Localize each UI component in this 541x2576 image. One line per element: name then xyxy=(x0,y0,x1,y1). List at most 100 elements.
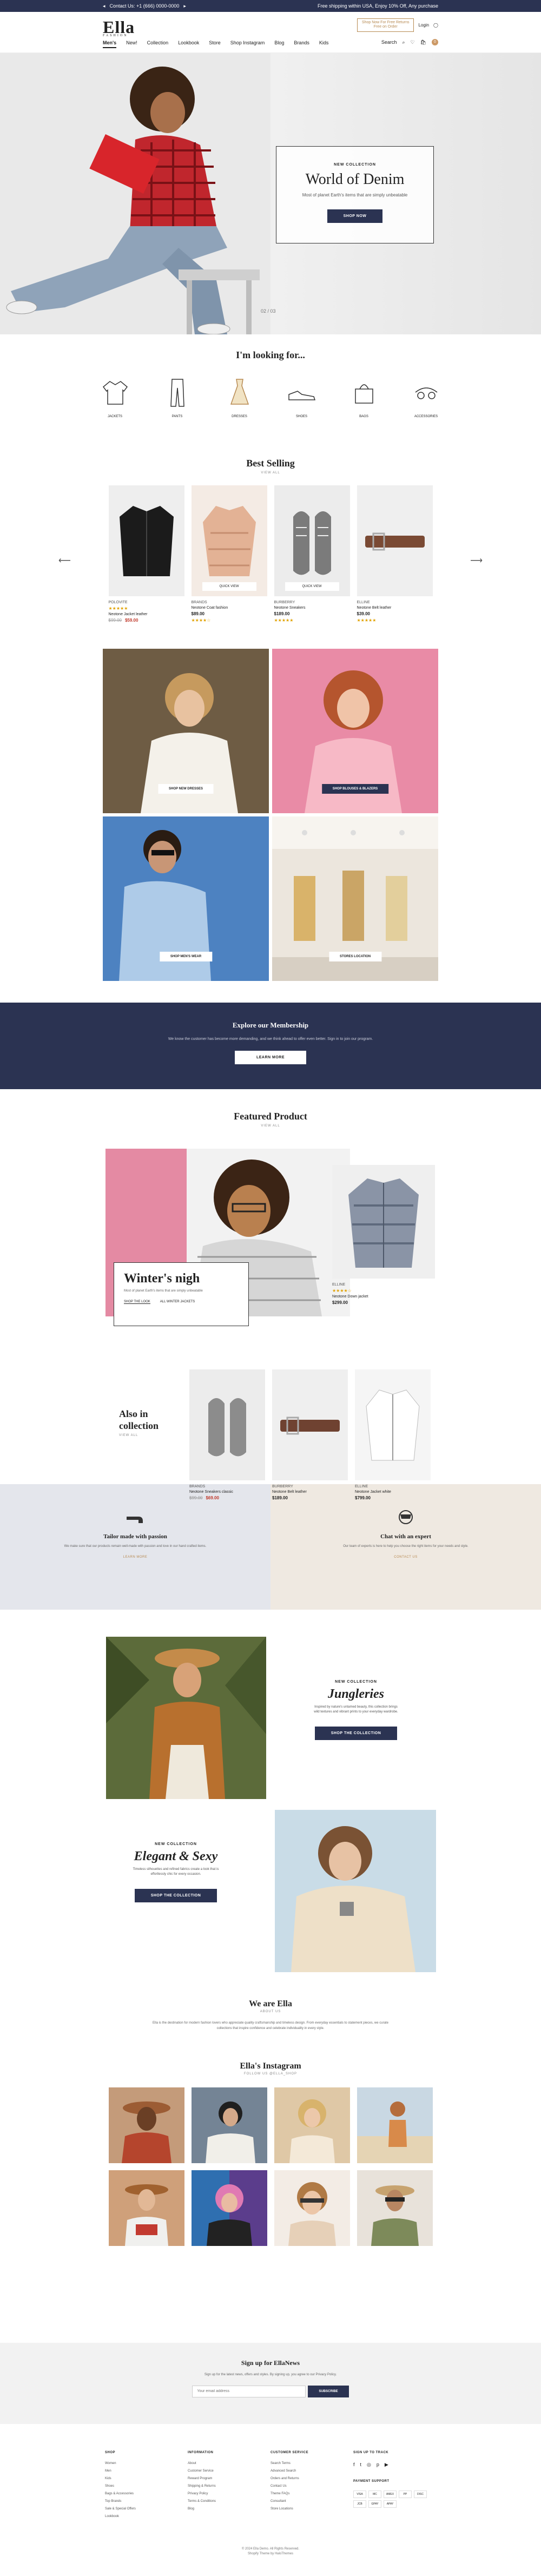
jungleries-shop-button[interactable]: SHOP THE COLLECTION xyxy=(314,1727,398,1740)
service-contact-link[interactable]: CONTACT US xyxy=(270,1556,541,1559)
product-card[interactable]: POLOVITE ★★★★★ Neotone Jacket leather $9… xyxy=(108,485,184,623)
instagram-follow-link[interactable]: FOLLOW US @ELLA_SHOP xyxy=(0,2072,541,2076)
category-jackets[interactable]: JACKETS xyxy=(99,376,131,418)
instagram-icon[interactable]: ◎ xyxy=(367,2462,371,2468)
elegant-shop-button[interactable]: SHOP THE COLLECTION xyxy=(134,1889,217,1902)
footer-link[interactable]: Shipping & Returns xyxy=(188,2485,270,2488)
membership-learn-more-button[interactable]: LEARN MORE xyxy=(234,1051,307,1064)
cart-icon[interactable]: 🛍 xyxy=(420,39,426,45)
theme-credit-link[interactable]: Shopify Theme by HaloThemes xyxy=(0,2552,541,2557)
product-card[interactable]: BRANDS Neotone Sneakers classic $99.00 $6… xyxy=(189,1369,265,1500)
carousel-prev-icon[interactable]: ⟵ xyxy=(58,555,71,566)
nav-item-kids[interactable]: Kids xyxy=(319,40,329,48)
also-view-all[interactable]: VIEW ALL xyxy=(119,1434,159,1438)
wishlist-icon[interactable]: ♡ xyxy=(410,39,414,45)
product-card[interactable]: QUICK VIEW BRANDS Neotone Coat fashion $… xyxy=(191,485,267,623)
elegant-image[interactable] xyxy=(275,1810,436,1972)
footer-link[interactable]: Customer Service xyxy=(188,2469,270,2473)
category-shoes[interactable]: SHOES xyxy=(286,376,318,418)
newsletter-email-input[interactable] xyxy=(192,2385,306,2397)
footer-link[interactable]: Blog xyxy=(188,2507,270,2511)
nav-item-collection[interactable]: Collection xyxy=(147,40,169,48)
youtube-icon[interactable]: ▶ xyxy=(385,2462,388,2468)
newsletter-subscribe-button[interactable]: SUBSCRIBE xyxy=(308,2385,349,2397)
instagram-post[interactable] xyxy=(191,2087,267,2163)
product-name[interactable]: Neotone Sneakers classic xyxy=(189,1490,265,1494)
carousel-next-icon[interactable]: ⟶ xyxy=(470,555,483,566)
instagram-post[interactable] xyxy=(357,2170,433,2246)
about-sub-link[interactable]: ABOUT US xyxy=(0,2010,541,2013)
search-icon[interactable]: ⌕ xyxy=(402,39,405,45)
featured-jacket-card[interactable]: ELLINE ★★★★☆ Neotone Down jacket $299.00 xyxy=(332,1165,435,1305)
product-card[interactable]: ELLINE Neotone Belt leather $39.00 ★★★★★ xyxy=(357,485,433,623)
product-name[interactable]: Neotone Coat fashion xyxy=(192,606,267,610)
footer-link[interactable]: Privacy Policy xyxy=(188,2492,270,2495)
shop-dresses-button[interactable]: SHOP NEW DRESSES xyxy=(158,784,214,794)
footer-link[interactable]: Advanced Search xyxy=(270,2469,353,2473)
shop-blouses-button[interactable]: SHOP BLOUSES & BLAZERS xyxy=(321,784,389,794)
product-name[interactable]: Neotone Jacket white xyxy=(355,1490,431,1494)
footer-link[interactable]: Store Locations xyxy=(270,2507,353,2511)
service-learn-more-link[interactable]: LEARN MORE xyxy=(0,1556,270,1559)
twitter-icon[interactable]: t xyxy=(360,2462,362,2468)
best-selling-view-all[interactable]: VIEW ALL xyxy=(0,471,541,475)
category-pants[interactable]: PANTS xyxy=(161,376,194,418)
instagram-post[interactable] xyxy=(274,2087,350,2163)
promo-box[interactable]: Shop Now For Free Returns Free on Order xyxy=(357,18,414,32)
footer-link[interactable]: Kids xyxy=(105,2477,188,2480)
pinterest-icon[interactable]: p xyxy=(377,2462,379,2468)
product-card[interactable]: ELLINE Neotone Jacket white $799.00 xyxy=(355,1369,431,1500)
lookbook-tile-store[interactable]: STORES LOCATION xyxy=(272,816,438,981)
lookbook-tile-mens[interactable]: SHOP MEN'S WEAR xyxy=(103,816,269,981)
footer-link[interactable]: Orders and Returns xyxy=(270,2477,353,2480)
footer-link[interactable]: About xyxy=(188,2462,270,2465)
nav-item-store[interactable]: Store xyxy=(209,40,221,48)
category-accessories[interactable]: ACCESSORIES xyxy=(410,376,443,418)
nav-item-mens[interactable]: Men's xyxy=(103,40,117,48)
footer-link[interactable]: Top Brands xyxy=(105,2500,188,2503)
site-logo[interactable]: Ella FASHION xyxy=(103,17,135,37)
store-location-button[interactable]: STORES LOCATION xyxy=(328,952,382,961)
featured-view-all[interactable]: VIEW ALL xyxy=(0,1124,541,1128)
footer-link[interactable]: Bags & Accessories xyxy=(105,2492,188,2495)
footer-link[interactable]: Shoes xyxy=(105,2485,188,2488)
instagram-post[interactable] xyxy=(191,2170,267,2246)
footer-link[interactable]: Terms & Conditions xyxy=(188,2500,270,2503)
quick-view-button[interactable]: QUICK VIEW xyxy=(285,582,339,591)
search-link[interactable]: Search xyxy=(381,39,397,45)
product-name[interactable]: Neotone Sneakers xyxy=(274,606,350,610)
category-bags[interactable]: BAGS xyxy=(348,376,380,418)
footer-link[interactable]: Lookbook xyxy=(105,2515,188,2518)
quick-view-button[interactable]: QUICK VIEW xyxy=(202,582,256,591)
jungleries-image[interactable] xyxy=(106,1637,266,1799)
product-name[interactable]: Neotone Belt leather xyxy=(357,606,433,610)
shop-the-look-link[interactable]: SHOP THE LOOK xyxy=(124,1300,150,1304)
prev-announcement-icon[interactable]: ◂ xyxy=(103,3,105,9)
footer-link[interactable]: Reward Program xyxy=(188,2477,270,2480)
hero-shop-button[interactable]: SHOP NOW xyxy=(327,209,383,223)
instagram-post[interactable] xyxy=(357,2087,433,2163)
account-link[interactable]: Login xyxy=(418,23,429,28)
lookbook-tile-dresses[interactable]: SHOP NEW DRESSES xyxy=(103,649,269,813)
lookbook-tile-blouses[interactable]: SHOP BLOUSES & BLAZERS xyxy=(272,649,438,813)
footer-link[interactable]: Women xyxy=(105,2462,188,2465)
next-announcement-icon[interactable]: ▸ xyxy=(183,3,186,9)
shop-mens-button[interactable]: SHOP MEN'S WEAR xyxy=(159,952,213,961)
nav-item-shop-instagram[interactable]: Shop Instagram xyxy=(230,40,265,48)
instagram-post[interactable] xyxy=(108,2170,184,2246)
nav-item-new[interactable]: New! xyxy=(126,40,137,48)
product-card[interactable]: QUICK VIEW BURBERRY Neotone Sneakers $18… xyxy=(274,485,350,623)
category-dresses[interactable]: DRESSES xyxy=(223,376,256,418)
footer-link[interactable]: Men xyxy=(105,2469,188,2473)
user-icon[interactable]: ◯ xyxy=(433,23,438,28)
facebook-icon[interactable]: f xyxy=(353,2462,355,2468)
footer-link[interactable]: Sale & Special Offers xyxy=(105,2507,188,2511)
footer-link[interactable]: Search Terms xyxy=(270,2462,353,2465)
footer-link[interactable]: Consultant xyxy=(270,2500,353,2503)
all-winter-jackets-link[interactable]: ALL WINTER JACKETS xyxy=(160,1300,195,1304)
product-name[interactable]: Neotone Belt leather xyxy=(272,1490,348,1494)
instagram-post[interactable] xyxy=(274,2170,350,2246)
footer-link[interactable]: Theme FAQs xyxy=(270,2492,353,2495)
product-name[interactable]: Neotone Down jacket xyxy=(332,1295,435,1299)
nav-item-blog[interactable]: Blog xyxy=(274,40,284,48)
